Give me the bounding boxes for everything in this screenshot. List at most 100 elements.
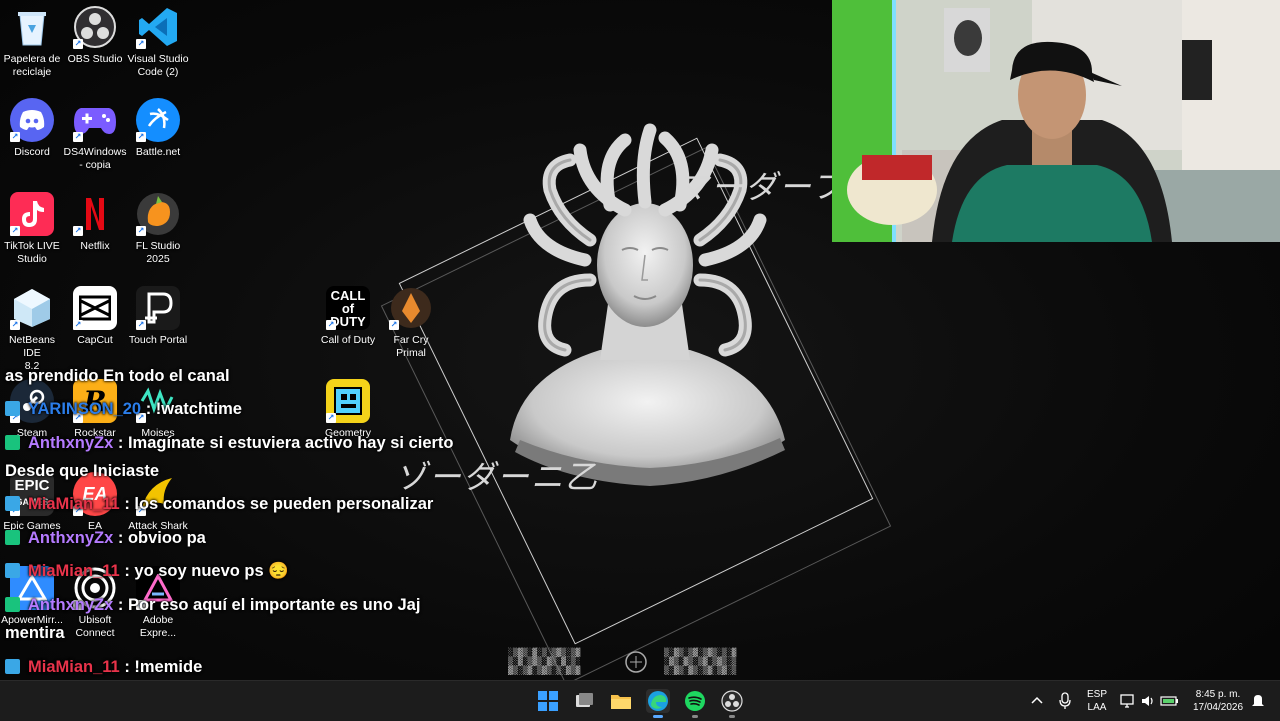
desktop-icon-label-line-1: CapCut (77, 334, 113, 346)
clock[interactable]: 8:45 p. m. 17/04/2026 (1188, 688, 1248, 714)
webcam-overlay (832, 0, 1280, 242)
netbeans-icon: ↗ (10, 286, 54, 330)
chat-text: : los comandos se pueden personalizar (124, 495, 434, 513)
desktop-icon-recycle-bin[interactable]: Papelera de reciclaje (0, 5, 64, 79)
language-indicator[interactable]: ESP LAA (1084, 688, 1110, 714)
chat-text: : Por eso aquí el importante es uno Jaj (117, 596, 421, 614)
show-hidden-icons-button[interactable] (1030, 693, 1046, 709)
chat-text: : !watchtime (145, 400, 242, 418)
chat-text: : yo soy nuevo ps 😔 (124, 562, 289, 580)
folder-icon (611, 695, 631, 709)
shortcut-arrow-icon: ↗ (73, 320, 83, 330)
desktop-icon-far-cry[interactable]: ↗ Far Cry Primal (379, 286, 443, 360)
desktop-icon-label-line-2: Connect (75, 627, 115, 639)
geometry-dash-icon: ↗ (326, 379, 370, 423)
wallpaper-emblem (625, 651, 647, 673)
battlenet-icon: ↗ (136, 98, 180, 142)
twitch-badge-icon (5, 530, 20, 545)
shortcut-arrow-icon: ↗ (389, 320, 399, 330)
netflix-icon: ↗ (73, 192, 117, 236)
moderator-badge-icon (5, 659, 20, 674)
twitch-badge-icon (5, 435, 20, 450)
desktop-icon-discord[interactable]: ↗ Discord (0, 98, 64, 159)
desktop-icon-label-line-1: Papelera de (3, 53, 61, 65)
chat-message: MiaMian_11 : los comandos se pueden pers… (5, 495, 433, 514)
desktop-icon-label-line-2: reciclaje (12, 66, 52, 78)
clock-date: 17/04/2026 (1192, 702, 1244, 713)
moderator-badge-icon (5, 401, 20, 416)
notifications-button[interactable] (1251, 693, 1265, 713)
call-of-duty-icon: CALL of DUTY ↗ (326, 286, 370, 330)
shortcut-arrow-icon: ↗ (326, 413, 336, 423)
wallpaper-glyphs-left: ░▒▓▒░▓░▒░▒▓▒░▒▓ ▒░▓░▒▓▒░▓▒░▓░▒░ ▓▒░▒▓░▒▓… (508, 648, 581, 675)
desktop-icon-label-line-1: Call of Duty (320, 334, 376, 346)
gamepad-icon: ↗ (73, 98, 117, 142)
desktop-icon-netbeans[interactable]: ↗ NetBeans IDE 8.2 (0, 286, 64, 373)
taskbar: ESP LAA 8:45 p. m. 17/04/2026 (0, 680, 1280, 721)
desktop-icon-label-line-2: - copia (79, 159, 111, 171)
shortcut-arrow-icon: ↗ (136, 320, 146, 330)
desktop-icon-call-of-duty[interactable]: CALL of DUTY ↗ Call of Duty (316, 286, 380, 347)
desktop-icon-label: CapCut (63, 334, 127, 347)
desktop-icon-obs[interactable]: ↗ OBS Studio (63, 5, 127, 66)
desktop-icon-label-line-1: Discord (14, 146, 50, 158)
desktop-icon-label-line-1: FL Studio (135, 240, 181, 252)
notification-gear-icon (1252, 695, 1264, 706)
desktop-icon-tiktok[interactable]: ↗ TikTok LIVE Studio (0, 192, 64, 266)
edge-browser-button[interactable] (646, 689, 670, 718)
spotify-icon (685, 691, 705, 711)
desktop-icon-touch-portal[interactable]: ↗ Touch Portal (126, 286, 190, 347)
spotify-button[interactable] (683, 689, 707, 718)
chat-message: AnthxnyZx : Por eso aquí el importante e… (5, 596, 420, 615)
chat-username: MiaMian_11 (28, 562, 120, 580)
volume-button[interactable] (1140, 693, 1156, 713)
speaker-icon (1142, 696, 1153, 706)
shortcut-arrow-icon: ↗ (73, 39, 83, 49)
desktop-icon-label: Touch Portal (126, 334, 190, 347)
desktop-icon-geometry-dash[interactable]: ↗ Geometry (316, 379, 380, 440)
desktop-icon-label: Papelera de reciclaje (0, 53, 64, 79)
start-button[interactable] (536, 689, 560, 713)
chat-message: AnthxnyZx : Imagínate si estuviera activ… (5, 434, 454, 453)
desktop-icon-label-line-1: Adobe (142, 614, 174, 626)
desktop-icon-gamepad[interactable]: ↗ DS4Windows - copia (63, 98, 127, 172)
fl-studio-icon: ↗ (136, 192, 180, 236)
obs-icon (721, 690, 743, 712)
capcut-icon: ↗ (73, 286, 117, 330)
desktop-icon-label-line-1: Battle.net (135, 146, 181, 158)
shortcut-arrow-icon: ↗ (10, 226, 20, 236)
shortcut-arrow-icon: ↗ (136, 39, 146, 49)
desktop-icon-netflix[interactable]: ↗ Netflix (63, 192, 127, 253)
obs-taskbar-button[interactable] (720, 689, 744, 718)
desktop-icon-label-line-1: OBS Studio (67, 53, 123, 65)
network-button[interactable] (1120, 693, 1136, 713)
desktop-icon-capcut[interactable]: ↗ CapCut (63, 286, 127, 347)
file-explorer-button[interactable] (609, 689, 633, 713)
chat-username: MiaMian_11 (28, 658, 120, 676)
microphone-button[interactable] (1058, 692, 1074, 710)
desktop-icon-label-line-2: Studio (17, 253, 47, 265)
desktop-icon-label-line-1: TikTok LIVE (4, 240, 60, 252)
desktop-icon-label-line-1: Netflix (80, 240, 110, 252)
shortcut-arrow-icon: ↗ (10, 320, 20, 330)
shortcut-arrow-icon: ↗ (73, 226, 83, 236)
chat-username: AnthxnyZx (28, 529, 114, 547)
desktop-icon-label: Adobe Expre... (126, 614, 190, 640)
keyboard-layout: LAA (1087, 702, 1107, 713)
shortcut-arrow-icon: ↗ (10, 132, 20, 142)
desktop-icon-battlenet[interactable]: ↗ Battle.net (126, 98, 190, 159)
touch-portal-icon: ↗ (136, 286, 180, 330)
chat-message: MiaMian_11 : !memide (5, 658, 202, 677)
task-view-icon (576, 693, 593, 707)
desktop-icon-fl-studio[interactable]: ↗ FL Studio 2025 (126, 192, 190, 266)
desktop-icon-vscode[interactable]: ↗ Visual Studio Code (2) (126, 5, 190, 79)
desktop-icon-label-line-1: NetBeans IDE (8, 334, 56, 359)
battery-button[interactable] (1160, 693, 1180, 713)
moderator-badge-icon (5, 563, 20, 578)
desktop-icon-label: OBS Studio (63, 53, 127, 66)
chat-text: : !memide (124, 658, 203, 676)
task-view-button[interactable] (573, 689, 597, 713)
twitch-badge-icon (5, 597, 20, 612)
chat-text: mentira (5, 624, 65, 642)
desktop-icon-label: Discord (0, 146, 64, 159)
